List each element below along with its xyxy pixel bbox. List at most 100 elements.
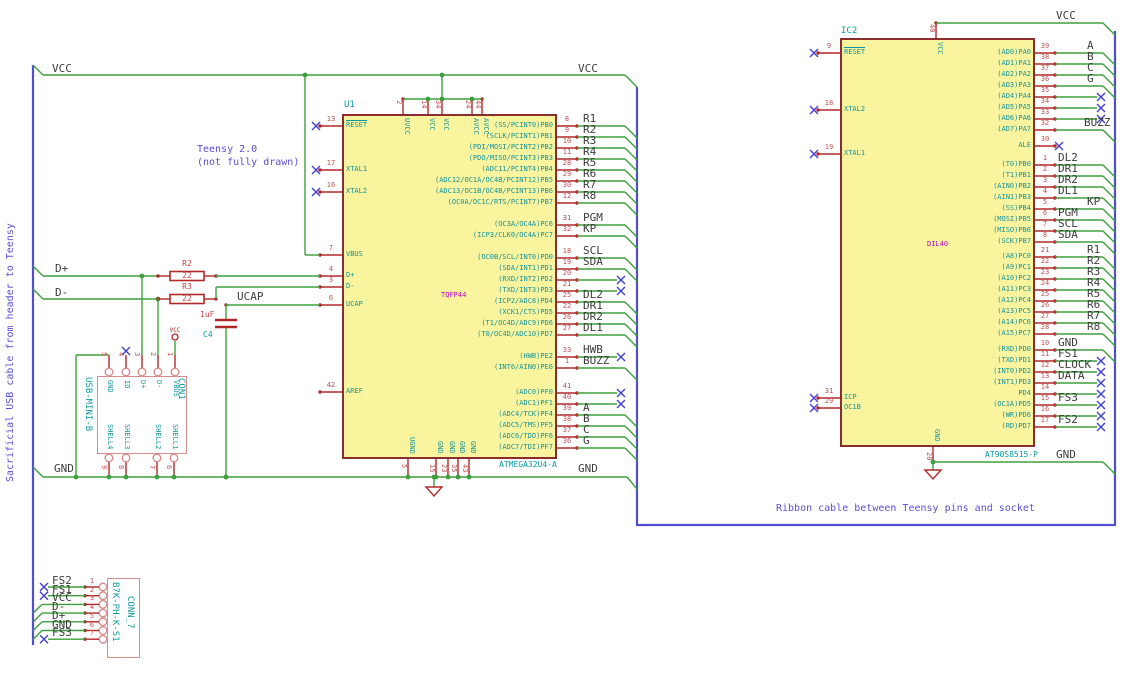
ic2-footprint: DIL40 bbox=[927, 240, 949, 248]
pin-name: UCAP bbox=[346, 300, 363, 308]
net-label[interactable]: SDA bbox=[1058, 229, 1078, 240]
pin-number: 4 bbox=[117, 352, 125, 357]
net-label[interactable]: BUZZ bbox=[583, 355, 610, 366]
u1-footprint: TQFP44 bbox=[441, 291, 467, 299]
pin-name: (TXD/INT3)PD3 bbox=[498, 286, 553, 294]
resistor-ref[interactable]: R3 bbox=[182, 283, 192, 291]
net-label-gnd[interactable]: GND bbox=[578, 463, 598, 474]
net-label[interactable]: DL1 bbox=[1058, 185, 1078, 196]
net-label[interactable]: FS3 bbox=[52, 627, 72, 638]
pin-number: 13 bbox=[1040, 372, 1050, 380]
net-label[interactable]: FS3 bbox=[1058, 392, 1078, 403]
pin-number: 2 bbox=[149, 352, 157, 357]
pin-number: 39 bbox=[562, 404, 572, 412]
schematic-canvas: Sacrificial USB cable from header to Tee… bbox=[0, 0, 1131, 690]
pin-name: (A12)PC4 bbox=[997, 296, 1031, 304]
ic2-ref[interactable]: IC2 bbox=[841, 27, 857, 36]
pin-name: (AIN0)PB2 bbox=[993, 182, 1031, 190]
pin-number: 11 bbox=[1040, 350, 1050, 358]
pin-number: 43 bbox=[461, 464, 469, 473]
net-label-vcc[interactable]: VCC bbox=[1056, 10, 1076, 21]
net-label[interactable]: R8 bbox=[1087, 321, 1100, 332]
net-label-d-[interactable]: D- bbox=[55, 287, 68, 298]
pin-number: 3 bbox=[328, 276, 334, 284]
net-label-vcc[interactable]: VCC bbox=[52, 63, 72, 74]
resistor-value: 22 bbox=[182, 294, 192, 303]
net-label-d+[interactable]: D+ bbox=[55, 263, 68, 274]
pin-name: GND bbox=[436, 441, 444, 454]
net-label[interactable]: R8 bbox=[583, 190, 596, 201]
pin-name: VCC bbox=[428, 118, 436, 131]
net-label[interactable]: SDA bbox=[583, 256, 603, 267]
net-label-gnd[interactable]: GND bbox=[54, 463, 74, 474]
pin-name: SHELL2 bbox=[154, 424, 162, 450]
pin-number: 1 bbox=[89, 577, 95, 585]
pin-name: (ICP2/ADC8)PD4 bbox=[493, 297, 553, 305]
pin-name: (AD0)PA0 bbox=[997, 48, 1031, 56]
pin-name: (AD1)PA1 bbox=[997, 59, 1031, 67]
pin-name: (A15)PC7 bbox=[997, 329, 1031, 337]
pin-number: 6 bbox=[328, 294, 334, 302]
pin-number: 34 bbox=[434, 100, 442, 109]
net-label[interactable]: DL1 bbox=[583, 322, 603, 333]
resistor-ref[interactable]: R2 bbox=[182, 260, 192, 268]
net-label[interactable]: FS2 bbox=[1058, 414, 1078, 425]
pin-number: 38 bbox=[1040, 53, 1050, 61]
net-label-gnd[interactable]: GND bbox=[1056, 449, 1076, 460]
net-label[interactable]: DATA bbox=[1058, 370, 1085, 381]
pin-number: 32 bbox=[562, 225, 572, 233]
pin-name: (INT1)PD3 bbox=[993, 378, 1031, 386]
con1-value: USB-MINI-B bbox=[83, 377, 93, 432]
pin-number: 14 bbox=[420, 100, 428, 109]
pin-number: 12 bbox=[1040, 361, 1050, 369]
pin-name: (A13)PC5 bbox=[997, 307, 1031, 315]
pin-number: 5 bbox=[100, 352, 108, 357]
note-sacrificial-usb: Sacrificial USB cable from header to Tee… bbox=[5, 223, 16, 482]
pin-name: (RXD)PD0 bbox=[997, 345, 1031, 353]
pin-number: 10 bbox=[1040, 339, 1050, 347]
pin-number: 30 bbox=[562, 181, 572, 189]
net-label[interactable]: BUZZ bbox=[1084, 117, 1111, 128]
pin-number: 6 bbox=[1042, 209, 1048, 217]
pin-name: GND bbox=[448, 441, 456, 454]
pin-number: 18 bbox=[824, 99, 834, 107]
pin-number: 13 bbox=[326, 115, 336, 123]
pin-name: (ADC0)PF0 bbox=[515, 388, 553, 396]
net-label[interactable]: KP bbox=[583, 223, 596, 234]
pin-number: 21 bbox=[1040, 246, 1050, 254]
pin-number: 14 bbox=[1040, 383, 1050, 391]
pin-name: UVCC bbox=[403, 118, 411, 135]
pin-name: (SDA/INT1)PD1 bbox=[498, 264, 553, 272]
net-label[interactable]: G bbox=[1087, 73, 1094, 84]
pin-number: 8 bbox=[1042, 231, 1048, 239]
pin-name: (A11)PC3 bbox=[997, 285, 1031, 293]
pin-number: 33 bbox=[562, 346, 572, 354]
pin-number: 15 bbox=[1040, 394, 1050, 402]
pin-number: 12 bbox=[562, 192, 572, 200]
pin-name: GND bbox=[458, 441, 466, 454]
pin-name: GND bbox=[933, 429, 941, 442]
pin-number: 1 bbox=[1042, 154, 1048, 162]
conn7-ref[interactable]: CONN_7 bbox=[125, 596, 135, 629]
pin-name: (SCLK/PCINT1)PB1 bbox=[485, 132, 553, 140]
pin-number: 40 bbox=[928, 24, 936, 33]
pin-number: 39 bbox=[1040, 42, 1050, 50]
pin-number: 41 bbox=[562, 382, 572, 390]
cap-ref[interactable]: C4 bbox=[203, 331, 213, 339]
pin-number: 37 bbox=[1040, 64, 1050, 72]
pin-name: (INT6/AIN0)PE6 bbox=[493, 363, 553, 371]
pin-name: (AD4)PA4 bbox=[997, 92, 1031, 100]
pin-name: (OC1A)PD5 bbox=[993, 400, 1031, 408]
u1-ref[interactable]: U1 bbox=[344, 101, 355, 110]
net-label-vcc[interactable]: VCC bbox=[578, 63, 598, 74]
pin-name: (RXD/INT2)PD2 bbox=[498, 275, 553, 283]
pin-name: SHELL1 bbox=[171, 424, 179, 450]
pin-name: ALE bbox=[1018, 141, 1031, 149]
pin-number: 6 bbox=[165, 465, 173, 470]
net-label[interactable]: G bbox=[583, 435, 590, 446]
pin-number: 18 bbox=[562, 247, 572, 255]
pin-number: 15 bbox=[428, 464, 436, 473]
net-label-ucap[interactable]: UCAP bbox=[237, 291, 264, 302]
pin-number: 17 bbox=[326, 159, 336, 167]
net-label[interactable]: KP bbox=[1087, 196, 1100, 207]
